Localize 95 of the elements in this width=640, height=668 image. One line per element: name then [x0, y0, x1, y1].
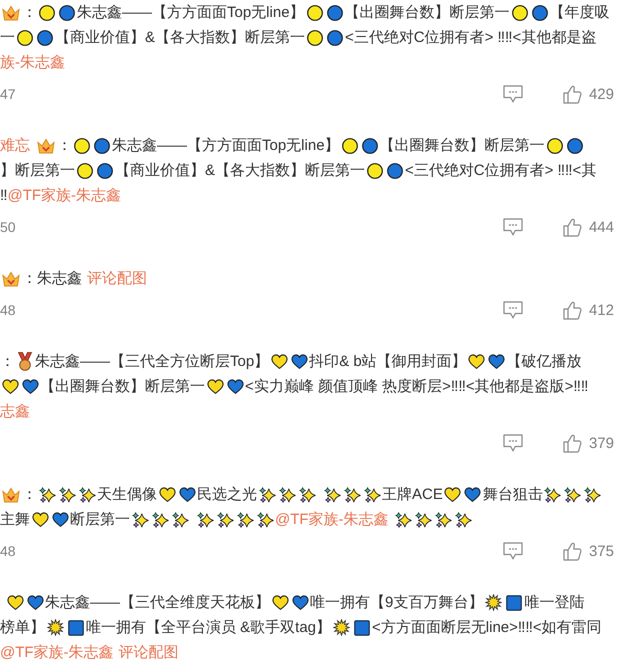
sparkles-icon: [278, 486, 296, 502]
sparkles-icon: [58, 486, 76, 502]
sparkles-icon: [172, 512, 188, 528]
comment-text: <实力巅峰 颜值顶峰 热度断层>‼‼<其他都是盗版>‼‼: [245, 377, 588, 396]
sparkles-icon: [395, 512, 412, 528]
comment-link[interactable]: 志鑫: [0, 402, 30, 421]
comment-icon[interactable]: [502, 85, 523, 103]
sparkles-icon: [258, 486, 276, 502]
sparkles-icon: [216, 512, 234, 528]
comment-text: ：: [22, 3, 37, 22]
comment-text: 榜单】: [0, 618, 45, 637]
comment-text: 【商业价值】&【各大指数】断层第一: [55, 28, 306, 47]
crown-icon: [2, 4, 20, 20]
like-button[interactable]: 412: [562, 300, 614, 320]
crown-icon: [2, 486, 20, 502]
comment-icon[interactable]: [502, 434, 523, 452]
crown-icon: [2, 270, 20, 286]
comment-time: 47: [0, 86, 16, 102]
square-icon: [506, 594, 522, 610]
comment-text: ：: [0, 352, 15, 371]
comment-text: 【年度吸: [550, 3, 610, 22]
like-button[interactable]: 429: [562, 84, 614, 104]
comment-text: 朱志鑫——【三代全维度天花板】: [45, 593, 270, 612]
sparkles-icon: [455, 512, 472, 528]
like-button[interactable]: 379: [562, 434, 614, 452]
sparkles-icon: [152, 512, 168, 528]
thumbs-up-icon: [562, 542, 582, 560]
starburst-icon: [333, 619, 350, 636]
comment-text: 唯一拥有【9支百万舞台】: [310, 593, 484, 612]
sparkles-icon: [132, 512, 148, 528]
comment-link[interactable]: @TF家族-朱志鑫: [0, 643, 114, 662]
square-icon: [68, 620, 84, 636]
comment-text: 一: [0, 28, 15, 47]
sparkles-icon: [298, 486, 316, 502]
square-icon: [354, 620, 370, 636]
username-link[interactable]: 难忘: [0, 136, 30, 155]
comment-text: 【出圈舞台数】断层第一: [380, 136, 545, 155]
comment-link[interactable]: 评论配图: [87, 269, 147, 288]
sparkles-icon: [196, 512, 214, 528]
comment-text: 朱志鑫——【方方面面Top无line】: [77, 3, 305, 22]
comment-text: 朱志鑫——【方方面面Top无line】: [112, 136, 340, 155]
thumbs-up-icon: [562, 218, 582, 236]
comment-text: ：: [57, 136, 72, 155]
starburst-icon: [47, 619, 64, 636]
comment-text: <方方面面断层无line>‼‼<如有雷同: [372, 618, 602, 637]
comment-text: 】断层第一: [0, 161, 75, 180]
comment-text: 王牌ACE: [382, 485, 443, 504]
sparkles-icon: [256, 512, 274, 528]
comment-text: 主舞: [0, 510, 30, 529]
comment-link[interactable]: @TF家族-朱志鑫: [275, 510, 389, 529]
thumbs-up-icon: [562, 434, 582, 452]
comment-text: 天生偶像: [97, 485, 157, 504]
sparkles-icon: [236, 512, 254, 528]
comment-time: 50: [0, 219, 16, 235]
comment-icon[interactable]: [502, 542, 523, 560]
comment-text: 唯一登陆: [524, 593, 584, 612]
comment-time: 48: [0, 543, 16, 559]
medal-icon: [17, 352, 33, 371]
comment-text: 【商业价值】&【各大指数】断层第一: [115, 161, 366, 180]
comment-text: <三代绝对C位拥有者> ‼‼<其: [405, 161, 596, 180]
thumbs-up-icon: [562, 300, 582, 320]
comment-text: <三代绝对C位拥有者> ‼‼<其他都是盗: [345, 28, 596, 47]
comment-link[interactable]: @TF家族-朱志鑫: [8, 186, 122, 205]
comment-text: 舞台狙击: [482, 485, 543, 504]
thumbs-up-icon: [562, 84, 582, 104]
sparkles-icon: [584, 486, 602, 502]
like-button[interactable]: 375: [562, 542, 614, 560]
sparkles-icon: [364, 486, 380, 502]
comment-text: 【破亿播放: [506, 352, 582, 371]
sparkles-icon: [324, 486, 340, 502]
comment-text: 民选之光: [197, 485, 257, 504]
comment-text: 唯一拥有【全平台演员 &歌手双tag】: [86, 618, 332, 637]
sparkles-icon: [435, 512, 452, 528]
sparkles-icon: [344, 486, 360, 502]
comment-text: 朱志鑫——【三代全方位断层Top】: [35, 352, 270, 371]
sparkles-icon: [564, 486, 582, 502]
comment-text: ：朱志鑫: [22, 269, 82, 288]
comment-icon[interactable]: [502, 218, 523, 236]
sparkles-icon: [38, 486, 56, 502]
crown-icon: [37, 138, 55, 154]
comment-text: 【出圈舞台数】断层第一: [40, 377, 205, 396]
starburst-icon: [485, 594, 502, 611]
comment-icon[interactable]: [502, 301, 523, 319]
comment-text: 抖印& b站【御用封面】: [309, 352, 467, 371]
comment-link[interactable]: 族-朱志鑫: [0, 53, 65, 72]
sparkles-icon: [78, 486, 96, 502]
comment-text: 【出圈舞台数】断层第一: [344, 3, 510, 22]
comment-time: 48: [0, 302, 16, 318]
sparkles-icon: [415, 512, 432, 528]
like-button[interactable]: 444: [562, 218, 614, 236]
sparkles-icon: [544, 486, 562, 502]
comment-text: ：: [22, 485, 37, 504]
comment-text: ‼: [0, 187, 8, 204]
comment-link[interactable]: 评论配图: [118, 643, 179, 662]
comment-text: 断层第一: [70, 510, 130, 529]
